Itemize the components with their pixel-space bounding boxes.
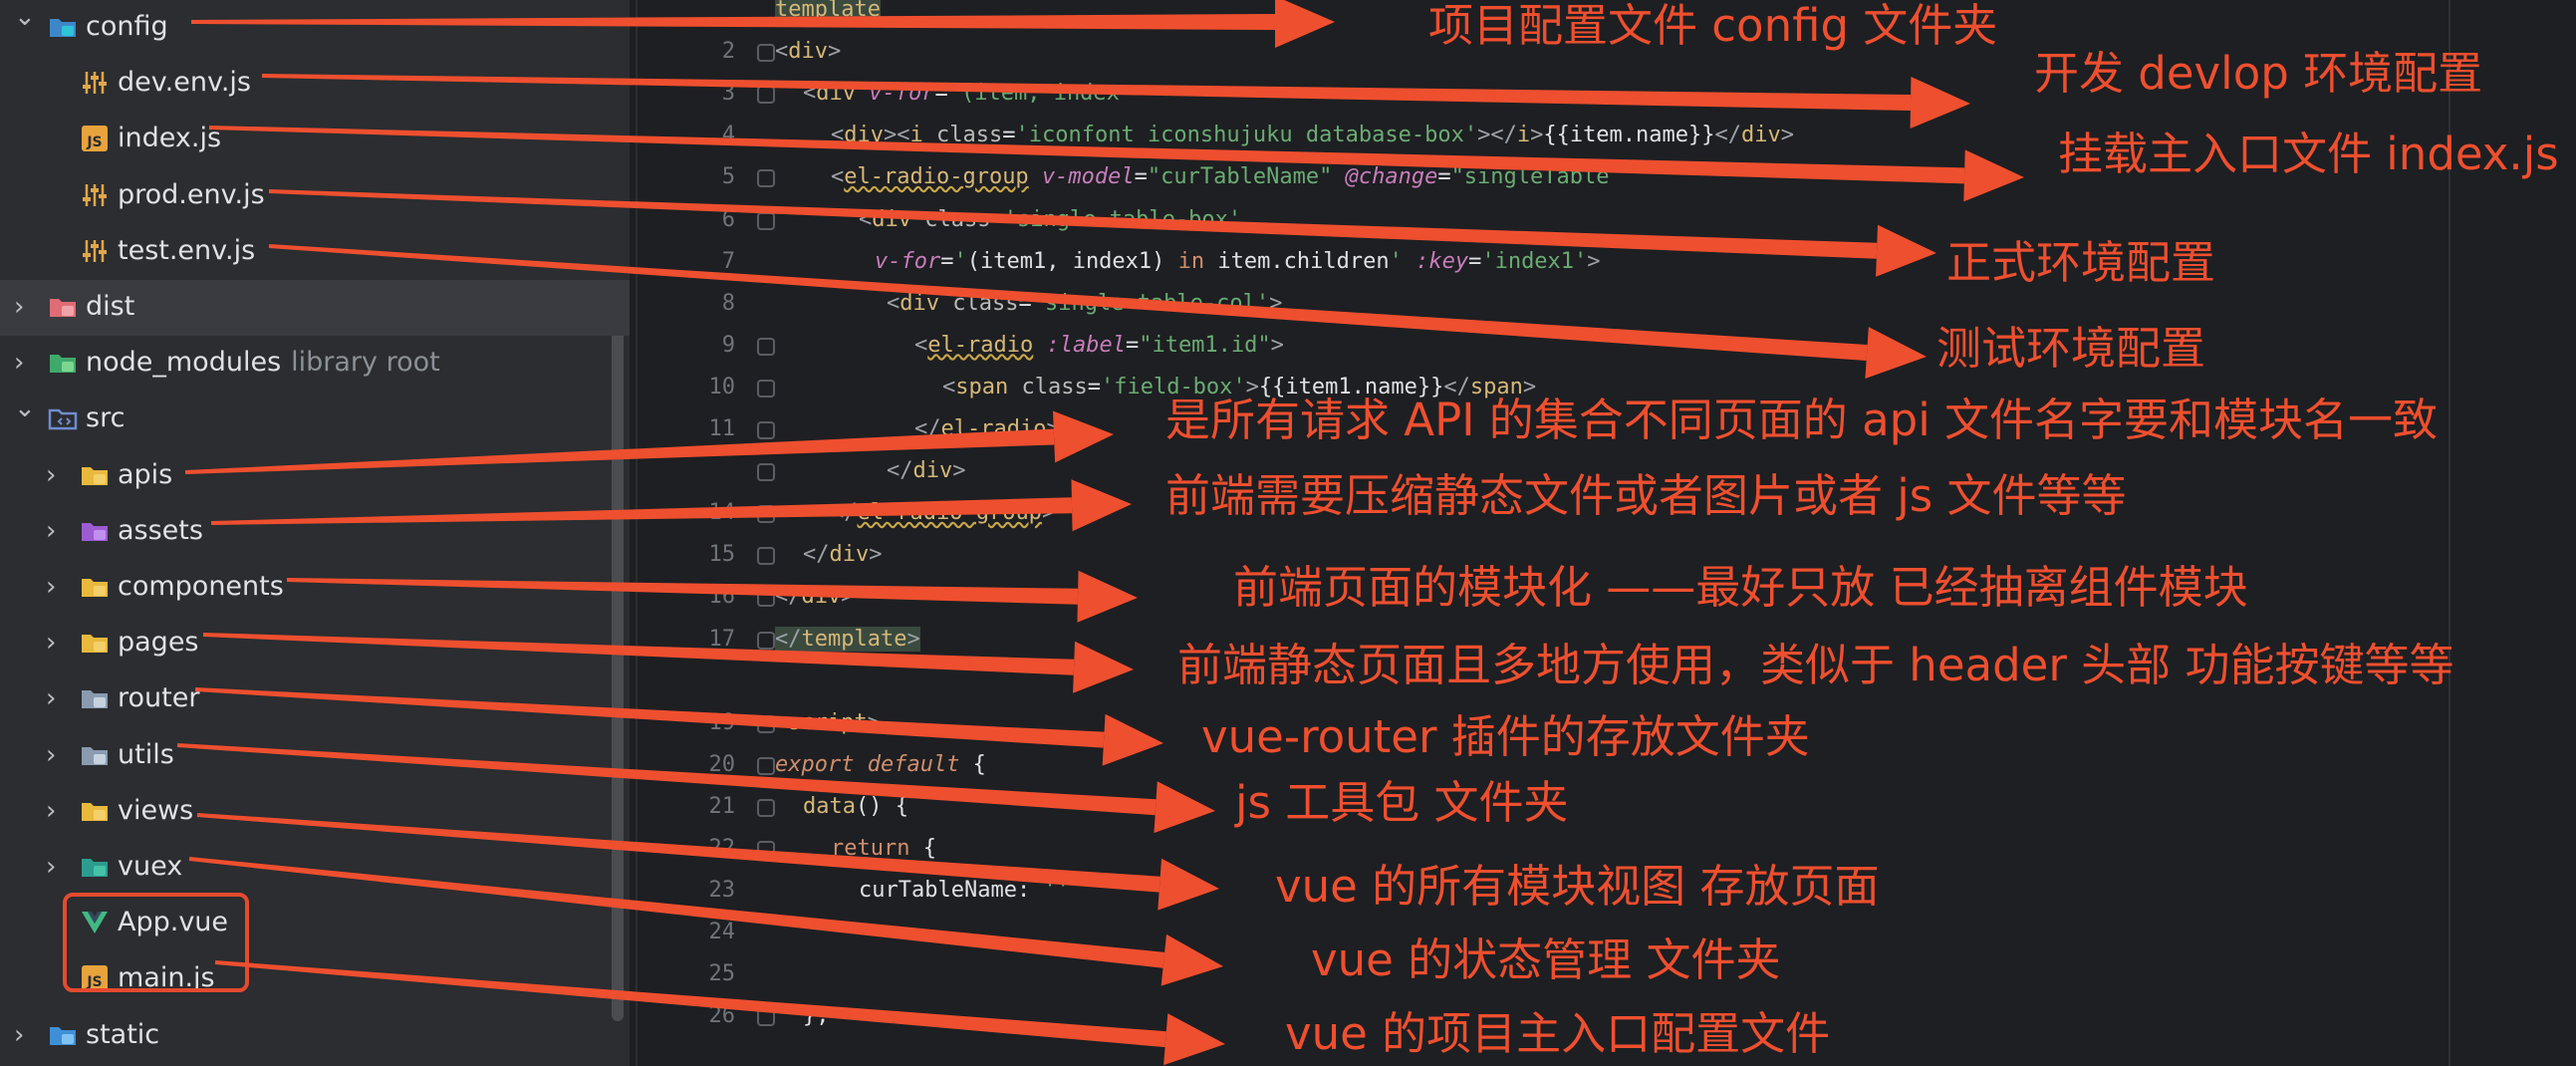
arrow xyxy=(214,960,1225,1066)
arrow xyxy=(184,410,1114,474)
arrow xyxy=(268,244,1927,379)
arrow xyxy=(202,633,1134,693)
arrow xyxy=(210,479,1132,532)
arrow xyxy=(176,743,1215,834)
arrow xyxy=(196,813,1219,911)
arrow xyxy=(191,0,1335,48)
arrow-layer xyxy=(176,0,2024,1066)
arrow xyxy=(286,570,1138,623)
arrow xyxy=(208,126,2024,202)
arrow xyxy=(261,74,1970,130)
